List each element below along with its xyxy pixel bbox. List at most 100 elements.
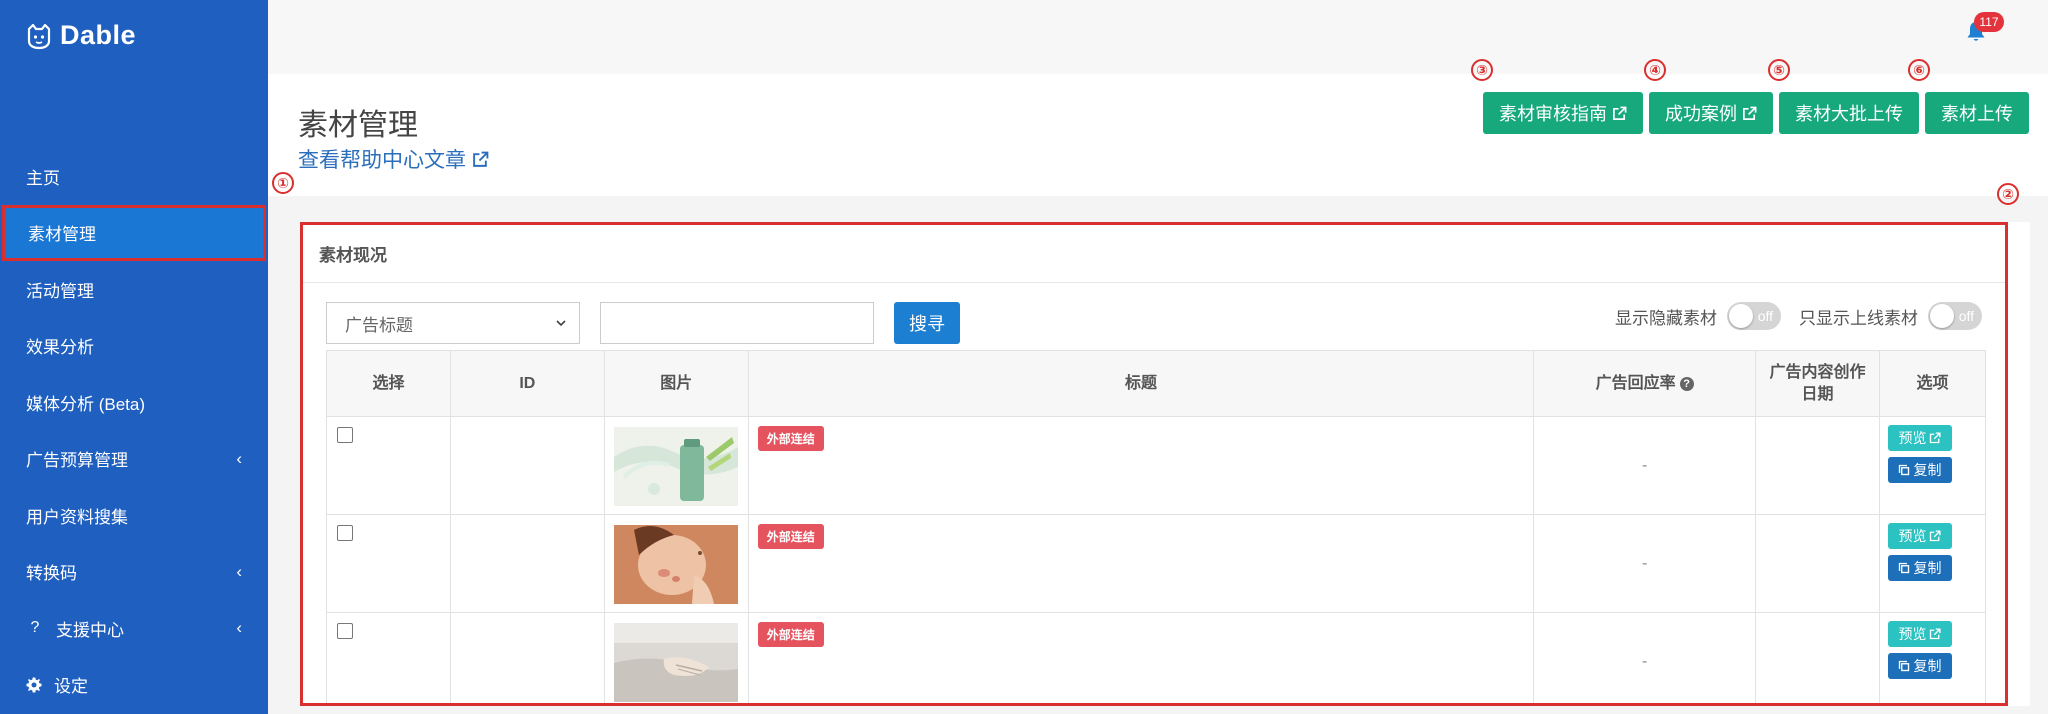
ad-thumbnail-image (613, 427, 738, 506)
sidebar: Dable 主页 素材管理 活动管理 效果分析 媒体分析 (Beta) 广告预算… (0, 0, 268, 714)
chevron-down-icon (556, 320, 566, 327)
filter-bar: 广告标题 搜寻 显示隐藏素材 off 只显示上线素材 off (326, 302, 1986, 346)
chevron-left-icon: ‹ (236, 618, 242, 638)
title-cell: 外部连结 (747, 612, 1535, 703)
sidebar-item-conversion[interactable]: 转换码 ‹ (0, 544, 268, 601)
options-cell: 预览 复制 (1878, 612, 1987, 703)
copy-button[interactable]: 复制 (1887, 555, 1952, 581)
toggle-knob (1729, 304, 1753, 328)
external-link-tag: 外部连结 (757, 426, 824, 451)
sidebar-item-label: 媒体分析 (Beta) (26, 394, 146, 414)
show-hidden-label: 显示隐藏素材 (1615, 308, 1717, 328)
image-cell (603, 416, 749, 515)
review-guide-button[interactable]: 素材审核指南 (1483, 92, 1643, 134)
id-cell (449, 416, 605, 515)
help-link-label: 查看帮助中心文章 (298, 149, 466, 172)
ctr-cell: - (1533, 514, 1757, 613)
review-guide-label: 素材审核指南 (1499, 104, 1607, 124)
annotation-marker-3: ③ (1471, 59, 1493, 81)
preview-button[interactable]: 预览 (1887, 621, 1952, 647)
external-link-icon (473, 151, 489, 167)
annotation-marker-1: ① (272, 172, 294, 194)
created-cell (1755, 514, 1880, 613)
materials-status-panel: 素材现况 广告标题 搜寻 显示隐藏素材 off 只显示上线素材 off 选择 I… (300, 222, 2008, 706)
sidebar-item-label: 设定 (54, 677, 88, 697)
row-checkbox[interactable] (337, 623, 353, 639)
preview-button[interactable]: 预览 (1887, 425, 1952, 451)
ad-thumbnail-image (613, 525, 738, 604)
success-cases-label: 成功案例 (1665, 104, 1737, 124)
bulk-upload-button[interactable]: 素材大批上传 (1779, 92, 1919, 134)
help-circle-icon[interactable]: ? (1679, 376, 1694, 391)
select-cell (326, 514, 451, 613)
panel-right-edge (2008, 222, 2030, 706)
online-only-toggle[interactable]: off (1928, 302, 1982, 330)
created-cell (1755, 612, 1880, 703)
select-value: 广告标题 (345, 315, 413, 335)
brand-logo[interactable]: Dable (24, 20, 136, 51)
sidebar-item-home[interactable]: 主页 (0, 148, 268, 205)
image-cell (603, 612, 749, 703)
created-cell (1755, 416, 1880, 515)
image-cell (603, 514, 749, 613)
preview-button[interactable]: 预览 (1887, 523, 1952, 549)
id-cell (449, 612, 605, 703)
toggle-knob (1930, 304, 1954, 328)
copy-icon (1899, 660, 1910, 672)
table-row: 外部连结 - 预览 复制 (326, 416, 1987, 515)
row-checkbox[interactable] (337, 525, 353, 541)
sidebar-item-materials[interactable]: 素材管理 (2, 204, 266, 261)
table-row: 外部连结 - 预览 复制 (326, 612, 1987, 703)
sidebar-item-performance[interactable]: 效果分析 (0, 318, 268, 375)
sidebar-item-label: 主页 (26, 168, 60, 188)
col-created-line1: 广告内容创作 (1769, 363, 1866, 381)
select-cell (326, 612, 451, 703)
external-link-icon (1930, 628, 1942, 640)
help-center-link[interactable]: 查看帮助中心文章 (298, 144, 489, 174)
sidebar-item-media-analysis[interactable]: 媒体分析 (Beta) (0, 374, 268, 431)
search-input[interactable] (600, 302, 874, 344)
annotation-marker-2: ② (1997, 183, 2019, 205)
chevron-left-icon: ‹ (236, 561, 242, 581)
search-button[interactable]: 搜寻 (894, 302, 960, 344)
title-cell: 外部连结 (747, 416, 1535, 515)
sidebar-item-label: 活动管理 (26, 281, 94, 301)
col-created: 广告内容创作 日期 (1755, 350, 1880, 417)
filter-toggles: 显示隐藏素材 off 只显示上线素材 off (1615, 302, 1982, 330)
copy-button[interactable]: 复制 (1887, 653, 1952, 679)
title-cell: 外部连结 (747, 514, 1535, 613)
col-ctr: 广告回应率? (1533, 350, 1757, 417)
page-title: 素材管理 (298, 109, 418, 142)
sidebar-item-budget[interactable]: 广告预算管理 ‹ (0, 431, 268, 488)
search-field-select[interactable]: 广告标题 (326, 302, 580, 344)
ctr-cell: - (1533, 416, 1757, 515)
preview-label: 预览 (1898, 626, 1927, 642)
external-link-tag: 外部连结 (757, 524, 824, 549)
sidebar-item-label: 广告预算管理 (26, 451, 128, 471)
options-cell: 预览 复制 (1878, 416, 1987, 515)
sidebar-nav: 主页 素材管理 活动管理 效果分析 媒体分析 (Beta) 广告预算管理 ‹ 用… (0, 148, 268, 713)
row-checkbox[interactable] (337, 427, 353, 443)
sidebar-item-label: 素材管理 (28, 225, 96, 245)
upload-label: 素材上传 (1941, 104, 2013, 124)
panel-title: 素材现况 (303, 225, 2005, 283)
external-link-icon (1613, 106, 1627, 120)
success-cases-button[interactable]: 成功案例 (1649, 92, 1773, 134)
copy-button[interactable]: 复制 (1887, 457, 1952, 483)
col-ctr-label: 广告回应率 (1595, 374, 1676, 392)
show-hidden-toggle[interactable]: off (1727, 302, 1781, 330)
sidebar-item-campaigns[interactable]: 活动管理 (0, 261, 268, 318)
col-image: 图片 (603, 350, 749, 417)
col-created-line2: 日期 (1801, 385, 1834, 403)
annotation-marker-5: ⑤ (1768, 59, 1790, 81)
materials-table: 选择 ID 图片 标题 广告回应率? 广告内容创作 日期 选项 外部连结 - 预… (326, 350, 1987, 703)
gear-icon (26, 677, 42, 693)
sidebar-item-settings[interactable]: 设定 (0, 657, 268, 714)
sidebar-item-support[interactable]: ? 支援中心 ‹ (0, 600, 268, 657)
question-icon: ? (30, 619, 40, 637)
copy-label: 复制 (1913, 560, 1942, 576)
sidebar-item-label: 效果分析 (26, 338, 94, 358)
toggle-state: off (1757, 308, 1773, 324)
upload-button[interactable]: 素材上传 (1925, 92, 2029, 134)
sidebar-item-audience[interactable]: 用户资料搜集 (0, 487, 268, 544)
